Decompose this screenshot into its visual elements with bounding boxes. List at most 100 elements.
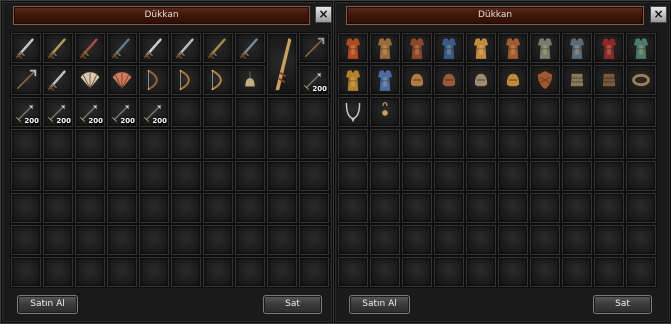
item-slot[interactable] — [235, 65, 265, 95]
empty-slot[interactable] — [466, 161, 496, 191]
item-slot[interactable] — [338, 97, 368, 127]
item-slot[interactable] — [626, 33, 656, 63]
item-slot[interactable] — [466, 33, 496, 63]
empty-slot[interactable] — [370, 161, 400, 191]
buy-button[interactable]: Satın Al — [17, 295, 78, 314]
empty-slot[interactable] — [203, 161, 233, 191]
empty-slot[interactable] — [203, 129, 233, 159]
item-slot[interactable] — [75, 65, 105, 95]
empty-slot[interactable] — [107, 193, 137, 223]
empty-slot[interactable] — [370, 129, 400, 159]
empty-slot[interactable] — [267, 257, 297, 287]
item-slot[interactable] — [75, 33, 105, 63]
empty-slot[interactable] — [370, 193, 400, 223]
empty-slot[interactable] — [562, 161, 592, 191]
item-slot[interactable] — [203, 65, 233, 95]
empty-slot[interactable] — [75, 161, 105, 191]
empty-slot[interactable] — [562, 225, 592, 255]
item-slot[interactable] — [434, 33, 464, 63]
empty-slot[interactable] — [562, 257, 592, 287]
empty-slot[interactable] — [594, 161, 624, 191]
item-slot[interactable] — [402, 33, 432, 63]
empty-slot[interactable] — [107, 129, 137, 159]
empty-slot[interactable] — [562, 129, 592, 159]
empty-slot[interactable] — [267, 129, 297, 159]
buy-button[interactable]: Satın Al — [349, 295, 410, 314]
item-slot[interactable]: 200 — [43, 97, 73, 127]
empty-slot[interactable] — [267, 97, 297, 127]
item-slot[interactable] — [530, 65, 560, 95]
item-slot[interactable] — [139, 65, 169, 95]
empty-slot[interactable] — [139, 225, 169, 255]
empty-slot[interactable] — [594, 193, 624, 223]
item-slot[interactable] — [11, 65, 41, 95]
empty-slot[interactable] — [171, 257, 201, 287]
empty-slot[interactable] — [11, 161, 41, 191]
sell-button[interactable]: Sat — [593, 295, 652, 314]
empty-slot[interactable] — [434, 257, 464, 287]
empty-slot[interactable] — [139, 129, 169, 159]
empty-slot[interactable] — [402, 257, 432, 287]
empty-slot[interactable] — [75, 129, 105, 159]
empty-slot[interactable] — [466, 129, 496, 159]
empty-slot[interactable] — [466, 225, 496, 255]
empty-slot[interactable] — [235, 225, 265, 255]
empty-slot[interactable] — [466, 257, 496, 287]
empty-slot[interactable] — [139, 257, 169, 287]
empty-slot[interactable] — [498, 257, 528, 287]
empty-slot[interactable] — [338, 193, 368, 223]
empty-slot[interactable] — [434, 97, 464, 127]
empty-slot[interactable] — [338, 257, 368, 287]
empty-slot[interactable] — [402, 225, 432, 255]
empty-slot[interactable] — [235, 161, 265, 191]
empty-slot[interactable] — [203, 257, 233, 287]
empty-slot[interactable] — [171, 193, 201, 223]
empty-slot[interactable] — [11, 257, 41, 287]
item-slot[interactable]: 200 — [11, 97, 41, 127]
empty-slot[interactable] — [434, 225, 464, 255]
empty-slot[interactable] — [498, 161, 528, 191]
empty-slot[interactable] — [267, 225, 297, 255]
empty-slot[interactable] — [594, 225, 624, 255]
empty-slot[interactable] — [626, 193, 656, 223]
empty-slot[interactable] — [139, 161, 169, 191]
empty-slot[interactable] — [498, 193, 528, 223]
empty-slot[interactable] — [75, 257, 105, 287]
empty-slot[interactable] — [626, 97, 656, 127]
empty-slot[interactable] — [402, 161, 432, 191]
item-slot[interactable] — [434, 65, 464, 95]
item-slot[interactable] — [235, 33, 265, 63]
empty-slot[interactable] — [299, 97, 329, 127]
item-slot[interactable] — [338, 65, 368, 95]
empty-slot[interactable] — [43, 161, 73, 191]
empty-slot[interactable] — [402, 97, 432, 127]
empty-slot[interactable] — [11, 129, 41, 159]
empty-slot[interactable] — [11, 193, 41, 223]
empty-slot[interactable] — [299, 193, 329, 223]
empty-slot[interactable] — [107, 225, 137, 255]
empty-slot[interactable] — [338, 161, 368, 191]
item-slot[interactable] — [11, 33, 41, 63]
item-slot[interactable] — [267, 33, 297, 95]
window-title[interactable]: Dükkan — [346, 6, 644, 25]
empty-slot[interactable] — [235, 257, 265, 287]
empty-slot[interactable] — [203, 193, 233, 223]
empty-slot[interactable] — [171, 161, 201, 191]
item-slot[interactable] — [43, 65, 73, 95]
empty-slot[interactable] — [466, 97, 496, 127]
item-slot[interactable] — [530, 33, 560, 63]
item-slot[interactable] — [498, 33, 528, 63]
empty-slot[interactable] — [530, 225, 560, 255]
item-slot[interactable] — [562, 33, 592, 63]
empty-slot[interactable] — [562, 193, 592, 223]
item-slot[interactable] — [107, 33, 137, 63]
empty-slot[interactable] — [75, 193, 105, 223]
empty-slot[interactable] — [466, 193, 496, 223]
empty-slot[interactable] — [402, 129, 432, 159]
empty-slot[interactable] — [235, 129, 265, 159]
item-slot[interactable] — [562, 65, 592, 95]
item-slot[interactable] — [107, 65, 137, 95]
item-slot[interactable] — [626, 65, 656, 95]
item-slot[interactable] — [370, 33, 400, 63]
empty-slot[interactable] — [171, 129, 201, 159]
